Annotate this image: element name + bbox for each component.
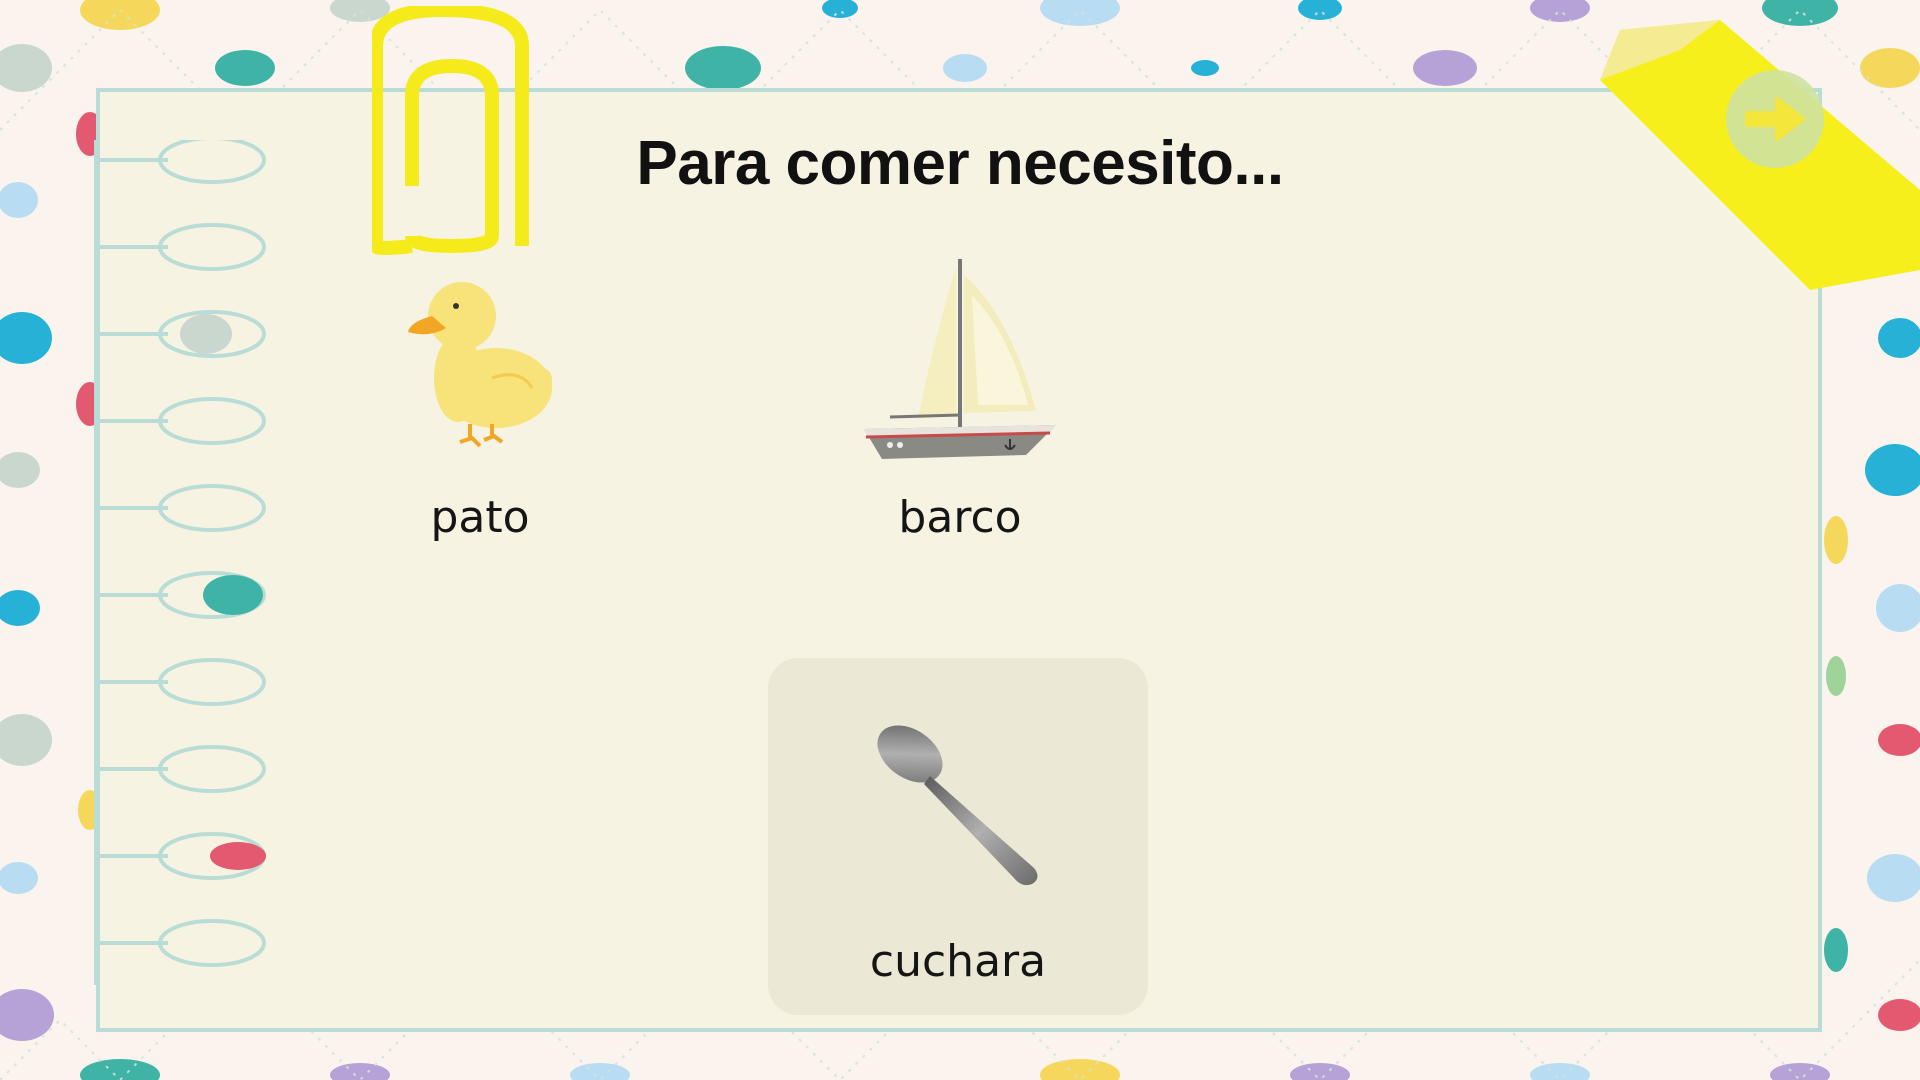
duck-icon	[408, 282, 552, 448]
ring	[96, 397, 266, 445]
notebook-spiral-rings	[94, 140, 266, 985]
question-title: Para comer necesito...	[636, 128, 1284, 198]
option-card-cuchara[interactable]: cuchara	[768, 658, 1148, 1015]
option-label-pato: pato	[430, 492, 530, 543]
spoon-icon	[877, 725, 1038, 886]
ring	[96, 484, 266, 532]
ring	[96, 919, 266, 967]
option-label-cuchara: cuchara	[869, 936, 1047, 987]
next-button[interactable]	[1726, 70, 1824, 168]
arrow-right-icon	[1745, 97, 1805, 141]
option-label-barco: barco	[898, 492, 1022, 543]
ring	[96, 223, 266, 271]
sailboat-icon	[864, 259, 1056, 459]
option-card-barco[interactable]: barco	[770, 250, 1150, 543]
option-card-pato[interactable]: pato	[290, 250, 670, 543]
ring	[96, 658, 266, 706]
ring	[96, 745, 266, 793]
